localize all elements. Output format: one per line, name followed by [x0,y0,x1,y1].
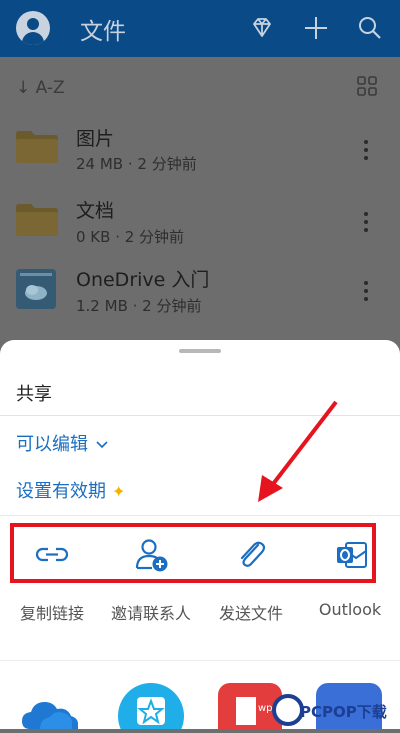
annotation-arrow [258,400,338,502]
watermark-logo: PCPOP下载 [270,690,400,729]
watermark-text: PCPOP下载 [300,703,387,721]
